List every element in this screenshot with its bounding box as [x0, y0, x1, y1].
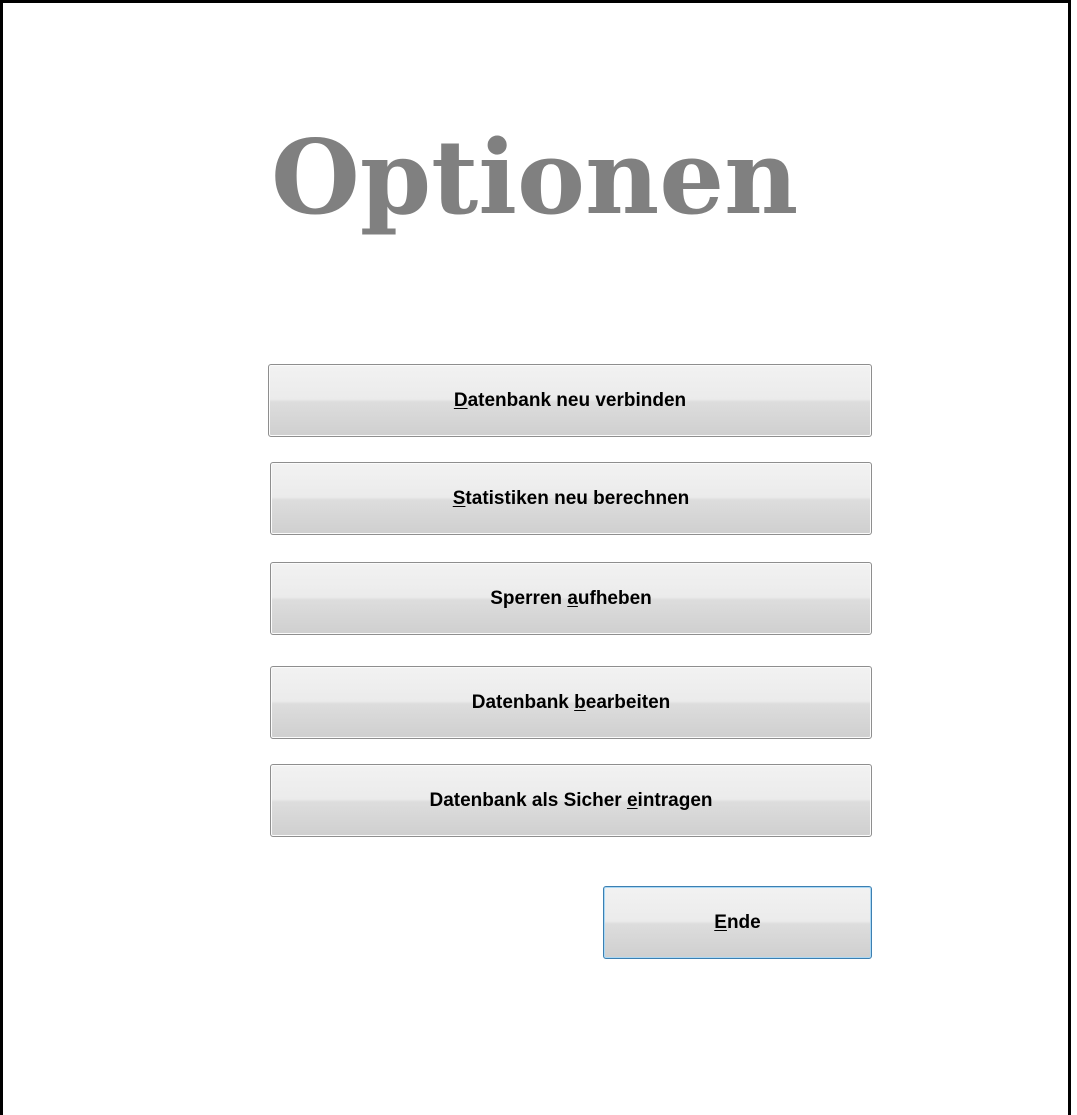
recalculate-statistics-label: Statistiken neu berechnen — [452, 488, 690, 509]
end-label: Ende — [714, 912, 761, 933]
page-title: Optionen — [271, 118, 799, 238]
end-button[interactable]: Ende — [603, 886, 872, 959]
register-database-safe-label: Datenbank als Sicher eintragen — [429, 790, 713, 811]
edit-database-label: Datenbank bearbeiten — [471, 692, 671, 713]
dialog-frame: Optionen Datenbank neu verbinden Statist… — [0, 0, 1071, 1115]
reconnect-database-button[interactable]: Datenbank neu verbinden — [268, 364, 872, 437]
register-database-safe-button[interactable]: Datenbank als Sicher eintragen — [270, 764, 872, 837]
edit-database-button[interactable]: Datenbank bearbeiten — [270, 666, 872, 739]
release-locks-label: Sperren aufheben — [490, 588, 652, 609]
release-locks-button[interactable]: Sperren aufheben — [270, 562, 872, 635]
recalculate-statistics-button[interactable]: Statistiken neu berechnen — [270, 462, 872, 535]
reconnect-database-label: Datenbank neu verbinden — [453, 390, 687, 411]
